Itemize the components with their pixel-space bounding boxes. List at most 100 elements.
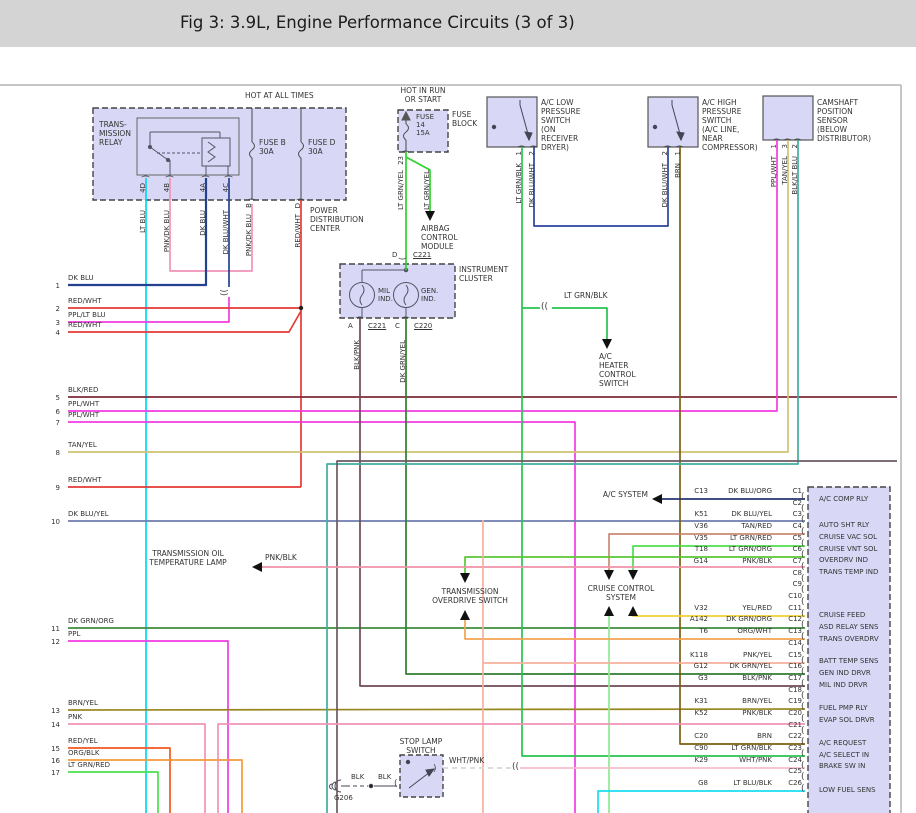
ac-high-pressure-switch-label: A/C HIGH PRESSURE SWITCH (A/C LINE, NEAR…: [702, 98, 758, 152]
hot-at-all-times-label: HOT AT ALL TIMES: [245, 91, 314, 100]
wire-lt-grn-yel-1: LT GRN/YEL: [397, 170, 405, 210]
row-wire-color: BRN/YEL: [68, 699, 98, 707]
row-wire-color: RED/WHT: [68, 321, 102, 329]
pcm-pin: C19: [788, 697, 802, 706]
pcm-wire-color: YEL/RED: [742, 603, 772, 612]
pin-bracket: (: [770, 137, 781, 142]
fuse-b-label: FUSE B 30A: [259, 138, 286, 156]
pcm-wire-color: LT GRN/BLK: [731, 743, 772, 752]
pcm-function-label: MIL IND DRVR: [819, 680, 868, 689]
ac-heater-control-switch-label: A/C HEATER CONTROL SWITCH: [599, 352, 636, 388]
instrument-cluster-label: INSTRUMENT CLUSTER: [459, 265, 509, 283]
wire-ppl-wht-label: PPL/WHT: [770, 156, 778, 188]
relay-pin-4a: 4A: [199, 183, 207, 193]
wire-tan-yel-label: TAN/YEL: [781, 156, 789, 185]
pcm-function-label: TRANS OVERDRV: [819, 634, 879, 643]
pdc-pin-b: B: [245, 203, 253, 208]
row-number: 2: [55, 305, 60, 313]
relay-pin-4c: 4C: [222, 183, 230, 193]
pin-bracket: (: [222, 174, 233, 179]
pcm-wire-color: DK GRN/YEL: [729, 662, 772, 671]
row-wire-color: BLK/RED: [68, 386, 99, 394]
pcm-pin: C4: [792, 522, 802, 531]
pin-bracket: (: [398, 256, 409, 261]
row-number: 6: [55, 408, 60, 416]
wire-brn-label: BRN: [674, 163, 682, 178]
wire-dk-blu-wht-3-label: DK BLU/WHT: [661, 163, 669, 208]
lt-grn-blk-branch-label: LT GRN/BLK: [564, 291, 608, 300]
airbag-control-module-label: AIRBAG CONTROL MODULE: [421, 224, 458, 251]
pin-bracket: (: [515, 144, 526, 149]
trans-overdrive-switch-label: TRANSMISSION OVERDRIVE SWITCH: [432, 587, 508, 605]
row-wire-color: DK BLU: [68, 274, 94, 282]
fuse-14-label: FUSE 14 15A: [416, 113, 435, 137]
pin-bracket: (: [673, 144, 684, 149]
pcm-function-label: CRUISE VAC SOL: [819, 533, 878, 541]
pin-bracket: (: [661, 144, 672, 149]
transmission-relay-label: TRANS- MISSION RELAY: [99, 120, 131, 147]
pcm-wire-color: LT BLU/BLK: [733, 779, 772, 787]
wire-red-wht-label: RED/WHT: [294, 214, 302, 248]
pcm-function-label: CRUISE VNT SOL: [819, 544, 878, 553]
pcm-function-label: LOW FUEL SENS: [819, 785, 876, 794]
pin-bracket: (: [245, 197, 256, 202]
pcm-pin: C11: [788, 603, 802, 612]
pcm-function-label: BRAKE SW IN: [819, 762, 866, 770]
pcm-function-label: ASD RELAY SENS: [819, 622, 879, 631]
row-number: 16: [51, 757, 60, 765]
pcm-function-label: CRUISE FEED: [819, 611, 866, 619]
wire-pnk-dk-blu-b-label: PNK/DK BLU: [245, 214, 253, 257]
stop-lamp-switch-label: STOP LAMP SWITCH: [399, 737, 443, 755]
wire-dk-blu-wht-label: DK BLU/WHT: [222, 210, 230, 255]
pnk-blk-branch-label: PNK/BLK: [265, 553, 297, 562]
fuse-d-label: FUSE D 30A: [308, 138, 336, 156]
row-wire-color: RED/WHT: [68, 476, 102, 484]
pcm-pin: C13: [788, 627, 802, 636]
flow-arrows: [252, 211, 662, 620]
wire-dk-grn-yel-label: DK GRN/YEL: [399, 340, 407, 383]
ac-high-pin-2: 2: [661, 151, 669, 156]
pcm-function-label: A/C SELECT IN: [819, 750, 870, 759]
row-number: 5: [55, 394, 60, 402]
blk-label-2: BLK: [378, 773, 392, 781]
pcm-wire-color: TAN/RED: [741, 522, 772, 531]
cam-pin-3: 3: [781, 144, 789, 149]
wire-lt-grn-blk-label: LT GRN/BLK: [515, 163, 523, 204]
cluster-pin-d: D: [392, 251, 398, 259]
wire-dk-blu-label: DK BLU: [199, 210, 207, 236]
row-wire-color: PPL/WHT: [68, 400, 100, 408]
pcm-pin: C23: [788, 743, 802, 752]
wire-blk-lt-blu-label: BLK/LT BLU: [791, 156, 799, 195]
pcm-wire-color: ORG/WHT: [737, 627, 772, 636]
pcm-pin: C22: [788, 732, 802, 741]
pcm-pin: C8: [792, 568, 802, 577]
camshaft-sensor-label: CAMSHAFT POSITION SENSOR (BELOW DISTRIBU…: [817, 98, 872, 143]
pcm-pin: C14: [788, 638, 802, 647]
pcm-wire-color: BLK/PNK: [742, 673, 772, 682]
fuse-pin-23: 23: [397, 156, 405, 165]
row-wire-color: PPL/WHT: [68, 411, 100, 419]
component-boxes: [92, 95, 891, 813]
ac-high-pin-1: 1: [674, 151, 682, 156]
wires: [67, 140, 897, 813]
ac-system-label: A/C SYSTEM: [602, 490, 648, 499]
pcm-function-label: OVERDRV IND: [819, 556, 869, 564]
row-wire-color: PPL: [68, 630, 81, 638]
row-number: 3: [55, 319, 60, 327]
pcm-wire-color: LT GRN/RED: [730, 533, 772, 542]
pcm-pin-bracket: (: [801, 784, 805, 794]
pcm-pin: C18: [788, 685, 802, 694]
trans-oil-temp-lamp-label: TRANSMISSION OIL TEMPERATURE LAMP: [149, 549, 227, 567]
row-number: 17: [51, 769, 60, 777]
inline-connector: (: [394, 779, 398, 789]
pcm-pin: C25: [788, 767, 802, 776]
row-number: 4: [55, 329, 60, 337]
inline-connector: ((: [541, 302, 549, 312]
mil-indicator-label: MIL IND.: [378, 287, 393, 303]
pcm-pin: C3: [792, 510, 802, 519]
pcm-pin: C10: [788, 592, 802, 601]
pcm-pin: C15: [788, 650, 802, 659]
cam-pin-1: 1: [770, 144, 778, 149]
pcm-function-label: FUEL PMP RLY: [819, 704, 868, 712]
wire-lt-blu-label: LT BLU: [139, 210, 147, 233]
